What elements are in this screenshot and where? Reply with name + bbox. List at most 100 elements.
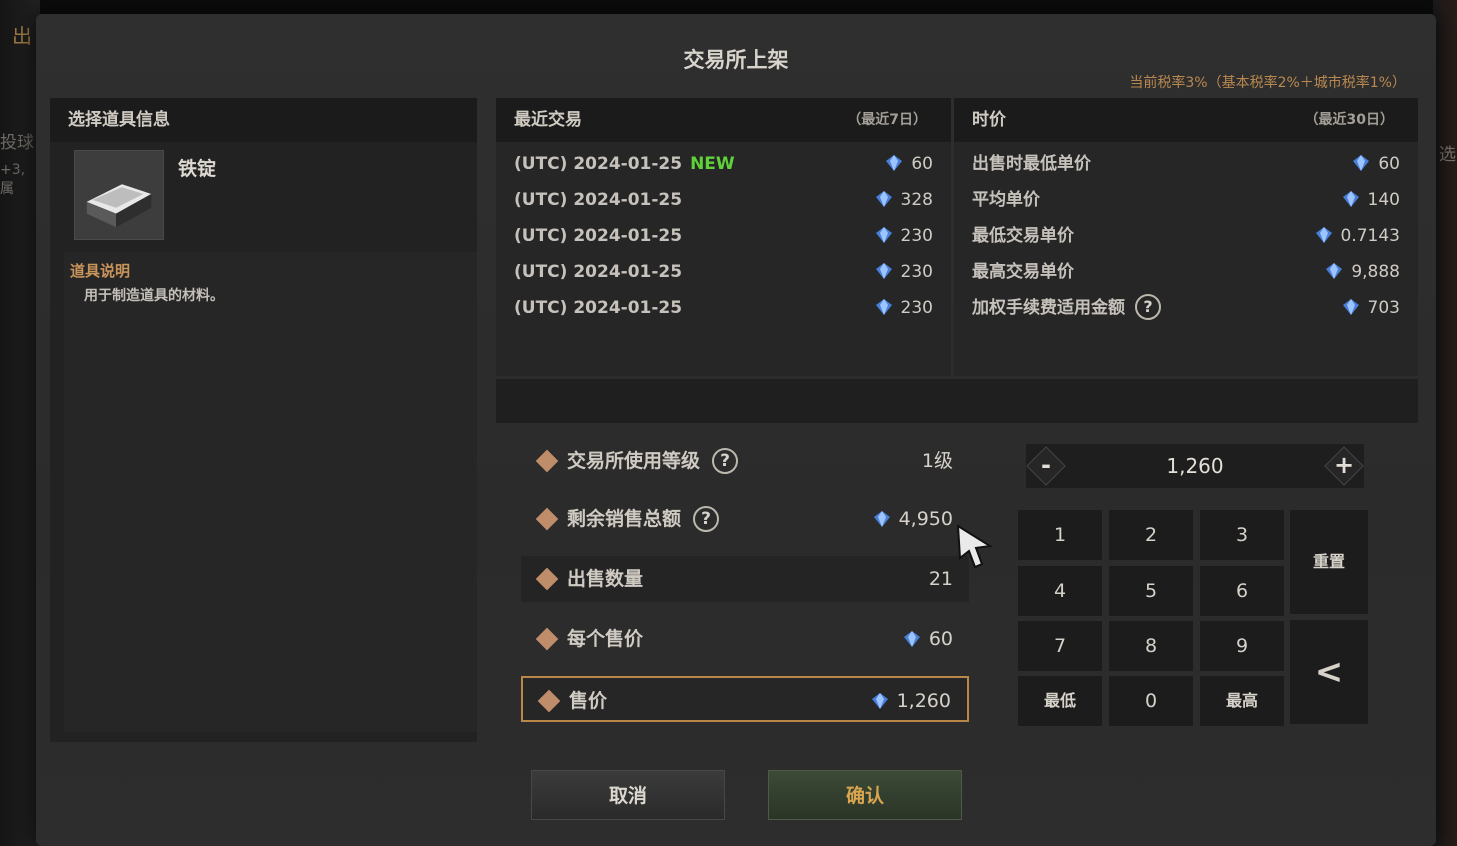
bg-fragment-3: +3, 属 [0,162,26,197]
trade-price: 230 [900,262,933,282]
trade-price: 328 [900,190,933,210]
sell-quantity-row[interactable]: 出售数量 21 [521,556,969,602]
crystal-currency-icon [1315,227,1332,243]
keypad-key-2[interactable]: 2 [1109,510,1193,560]
crystal-currency-icon [1326,263,1343,279]
new-badge: NEW [690,154,735,174]
total-price-row[interactable]: 售价 1,260 [521,676,969,722]
crystal-currency-icon [875,191,892,207]
price-label: 最低交易单价 [972,226,1074,246]
crystal-currency-icon [873,511,890,527]
crystal-currency-icon [886,155,903,171]
trade-row: (UTC) 2024-01-25 328 [496,182,951,218]
price-value: 0.7143 [1340,226,1400,246]
price-row: 最高交易单价 9,888 [954,254,1418,290]
keypad-key-9[interactable]: 9 [1200,621,1284,671]
price-row: 出售时最低单价 60 [954,146,1418,182]
crystal-currency-icon [871,693,888,709]
crystal-currency-icon [1342,299,1359,315]
recent-trades-header: 最近交易 （最近7日） [496,98,951,142]
mouse-cursor-icon [956,524,993,569]
trade-date: (UTC) 2024-01-25 [514,154,683,174]
price-label: 加权手续费适用金额 [972,298,1125,318]
crystal-currency-icon [1342,191,1359,207]
plus-icon: + [1333,451,1355,479]
trade-date: (UTC) 2024-01-25 [514,298,683,318]
decrement-button[interactable]: - [1026,446,1066,486]
amount-display: 1,260 [1166,454,1224,478]
help-icon[interactable]: ? [1135,294,1161,320]
unit-price-label: 每个售价 [567,628,644,650]
unit-price-row[interactable]: 每个售价 60 [521,616,969,662]
diamond-bullet-icon [537,689,561,713]
remaining-total-label: 剩余销售总额 [567,508,682,530]
diamond-bullet-icon [535,627,559,651]
remaining-total-value: 4,950 [898,508,953,530]
help-icon[interactable]: ? [693,506,720,532]
diamond-bullet-icon [535,507,559,531]
item-info-header: 选择道具信息 [50,98,477,142]
trade-price: 230 [900,298,933,318]
market-price-period: （最近30日） [1304,112,1394,128]
total-price-value: 1,260 [896,690,951,712]
section-divider [496,379,1418,423]
increment-button[interactable]: + [1324,446,1364,486]
background-left: 出 投球 +3, 属 [0,0,40,846]
amount-stepper: - 1,260 + [1026,444,1364,488]
tax-info: 当前税率3%（基本税率2%＋城市税率1%） [1129,75,1406,91]
crystal-currency-icon [875,227,892,243]
unit-price-value: 60 [928,628,953,650]
background-right: 选 [1433,0,1457,846]
diamond-bullet-icon [535,449,559,473]
cancel-button[interactable]: 取消 [531,770,725,820]
usage-level-value: 1级 [921,450,953,472]
trade-row: (UTC) 2024-01-25 230 [496,254,951,290]
bg-fragment-2: 投球 [0,133,34,153]
price-row: 平均单价 140 [954,182,1418,218]
bg-fragment-1: 出 [12,24,32,48]
price-row: 最低交易单价 0.7143 [954,218,1418,254]
diamond-bullet-icon [535,567,559,591]
keypad-key-8[interactable]: 8 [1109,621,1193,671]
crystal-currency-icon [875,263,892,279]
keypad-key-7[interactable]: 7 [1018,621,1102,671]
price-label: 平均单价 [972,190,1040,210]
exchange-listing-dialog: 交易所上架 当前税率3%（基本税率2%＋城市税率1%） 选择道具信息 铁锭 道具… [36,14,1436,846]
item-description-title: 道具说明 [70,262,131,280]
market-price-header: 时价 （最近30日） [954,98,1418,142]
item-description-text: 用于制造道具的材料。 [84,288,224,304]
price-label: 最高交易单价 [972,262,1074,282]
keypad-key-3[interactable]: 3 [1200,510,1284,560]
minus-icon: - [1041,451,1051,479]
price-value: 703 [1367,298,1400,318]
trade-row: (UTC) 2024-01-25 230 [496,218,951,254]
keypad-key-1[interactable]: 1 [1018,510,1102,560]
trade-price: 60 [911,154,933,174]
recent-trades-panel: 最近交易 （最近7日） (UTC) 2024-01-25 NEW 60 (UTC)… [496,98,951,376]
price-value: 140 [1367,190,1400,210]
market-price-title: 时价 [972,110,1006,130]
recent-trades-period: （最近7日） [847,112,927,128]
keypad-key-4[interactable]: 4 [1018,566,1102,616]
keypad-key-min[interactable]: 最低 [1018,676,1102,726]
price-row: 加权手续费适用金额? 703 [954,290,1418,326]
trade-row: (UTC) 2024-01-25 230 [496,290,951,326]
reset-button[interactable]: 重置 [1290,510,1368,614]
iron-ingot-icon [74,150,164,240]
market-price-panel: 时价 （最近30日） 出售时最低单价 60 平均单价 140 最低交易单价 0.… [954,98,1418,376]
confirm-button[interactable]: 确认 [768,770,962,820]
sell-quantity-label: 出售数量 [567,568,644,590]
item-description-box: 道具说明 用于制造道具的材料。 [64,252,477,732]
crystal-currency-icon [1353,155,1370,171]
backspace-button[interactable]: < [1290,620,1368,724]
keypad-key-0[interactable]: 0 [1109,676,1193,726]
keypad-key-5[interactable]: 5 [1109,566,1193,616]
keypad-key-max[interactable]: 最高 [1200,676,1284,726]
crystal-currency-icon [875,299,892,315]
bg-fragment-right: 选 [1439,145,1456,165]
trade-date: (UTC) 2024-01-25 [514,226,683,246]
price-value: 9,888 [1351,262,1400,282]
keypad-key-6[interactable]: 6 [1200,566,1284,616]
help-icon[interactable]: ? [712,448,739,474]
price-value: 60 [1378,154,1400,174]
